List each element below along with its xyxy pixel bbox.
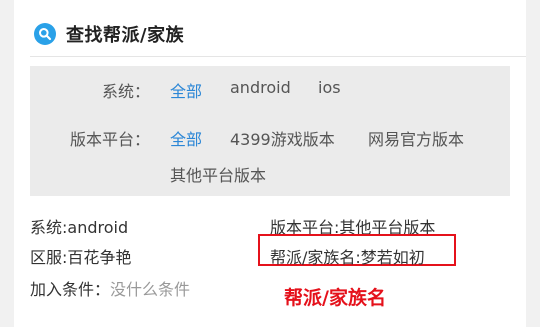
system-option-all[interactable]: 全部 bbox=[170, 78, 202, 102]
detail-system: 系统:android bbox=[30, 218, 129, 237]
guild-search-card: 查找帮派/家族 系统： 全部 android ios 版本平台： 全部 4399… bbox=[14, 0, 526, 327]
platform-option-4399[interactable]: 4399游戏版本 bbox=[230, 126, 335, 150]
page-title: 查找帮派/家族 bbox=[66, 25, 185, 46]
detail-join-condition: 加入条件：没什么条件 bbox=[30, 276, 190, 300]
filter-panel: 系统： 全部 android ios 版本平台： 全部 4399游戏版本 网易官… bbox=[30, 66, 510, 196]
platform-filter-label: 版本平台： bbox=[69, 130, 150, 149]
detail-server: 区服:百花争艳 bbox=[30, 248, 132, 267]
annotation-label: 帮派/家族名 bbox=[284, 287, 386, 309]
platform-option-all[interactable]: 全部 bbox=[170, 126, 202, 150]
system-option-android[interactable]: android bbox=[230, 78, 291, 97]
divider bbox=[30, 56, 526, 57]
join-condition-value: 没什么条件 bbox=[110, 280, 191, 299]
search-icon bbox=[34, 23, 56, 45]
system-filter-label: 系统： bbox=[101, 82, 150, 101]
platform-option-netease[interactable]: 网易官方版本 bbox=[368, 126, 464, 150]
platform-option-other[interactable]: 其他平台版本 bbox=[170, 162, 266, 186]
join-condition-label: 加入条件： bbox=[30, 280, 111, 299]
system-option-ios[interactable]: ios bbox=[318, 78, 341, 97]
detail-guild-name: 帮派/家族名:梦若如初 bbox=[270, 248, 425, 267]
header: 查找帮派/家族 bbox=[34, 18, 184, 50]
